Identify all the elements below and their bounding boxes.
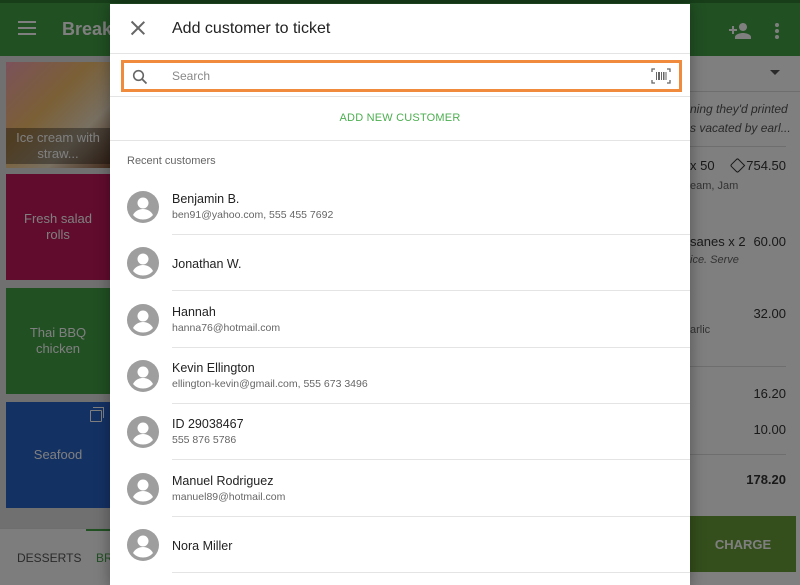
avatar-icon bbox=[127, 472, 159, 505]
customer-list-item[interactable]: ID 29038467 555 876 5786 bbox=[110, 404, 690, 461]
customer-name: Nora Miller bbox=[172, 538, 233, 553]
customer-list-item[interactable]: Benjamin B. ben91@yahoo.com, 555 455 769… bbox=[110, 179, 690, 235]
search-icon bbox=[132, 69, 148, 85]
divider bbox=[110, 140, 690, 141]
search-field[interactable] bbox=[121, 60, 682, 92]
customer-detail: ben91@yahoo.com, 555 455 7692 bbox=[172, 209, 334, 221]
customer-list-item[interactable]: Manuel Rodriguez manuel89@hotmail.com bbox=[110, 461, 690, 517]
dialog-title: Add customer to ticket bbox=[172, 20, 331, 37]
avatar-icon bbox=[127, 528, 159, 561]
customer-name: Benjamin B. bbox=[172, 192, 240, 206]
recent-customers-heading: Recent customers bbox=[127, 155, 216, 167]
customer-name: ID 29038467 bbox=[172, 417, 244, 432]
customer-detail: 555 876 5786 bbox=[172, 434, 237, 447]
customer-detail: manuel89@hotmail.com bbox=[172, 490, 286, 503]
search-input[interactable] bbox=[172, 66, 632, 86]
customer-detail: ellington-kevin@gmail.com, 555 673 3496 bbox=[172, 377, 368, 390]
add-new-customer-button[interactable]: ADD NEW CUSTOMER bbox=[110, 112, 690, 124]
customer-name: Manuel Rodriguez bbox=[172, 473, 274, 488]
customer-list-item[interactable]: Kevin Ellington ellington-kevin@gmail.co… bbox=[110, 348, 690, 404]
avatar-icon bbox=[127, 191, 159, 223]
customer-list-item[interactable]: Jonathan W. bbox=[110, 235, 690, 292]
customer-list-item[interactable]: Hannah hanna76@hotmail.com bbox=[110, 292, 690, 348]
avatar-icon bbox=[127, 359, 159, 392]
customer-name: Jonathan W. bbox=[172, 257, 242, 272]
divider bbox=[172, 571, 690, 573]
close-icon[interactable] bbox=[130, 20, 146, 36]
divider bbox=[110, 96, 690, 97]
customer-name: Hannah bbox=[172, 304, 216, 319]
dialog-header: Add customer to ticket bbox=[110, 4, 690, 54]
avatar-icon bbox=[127, 303, 159, 336]
customer-list-item[interactable]: Nora Miller bbox=[110, 517, 690, 573]
add-customer-dialog: Add customer to ticket ADD NEW CUSTOMER … bbox=[110, 4, 690, 585]
customer-name: Kevin Ellington bbox=[172, 360, 255, 375]
customer-detail: hanna76@hotmail.com bbox=[172, 321, 281, 334]
avatar-icon bbox=[127, 247, 159, 280]
barcode-scan-icon[interactable] bbox=[651, 68, 671, 84]
avatar-icon bbox=[127, 416, 159, 449]
